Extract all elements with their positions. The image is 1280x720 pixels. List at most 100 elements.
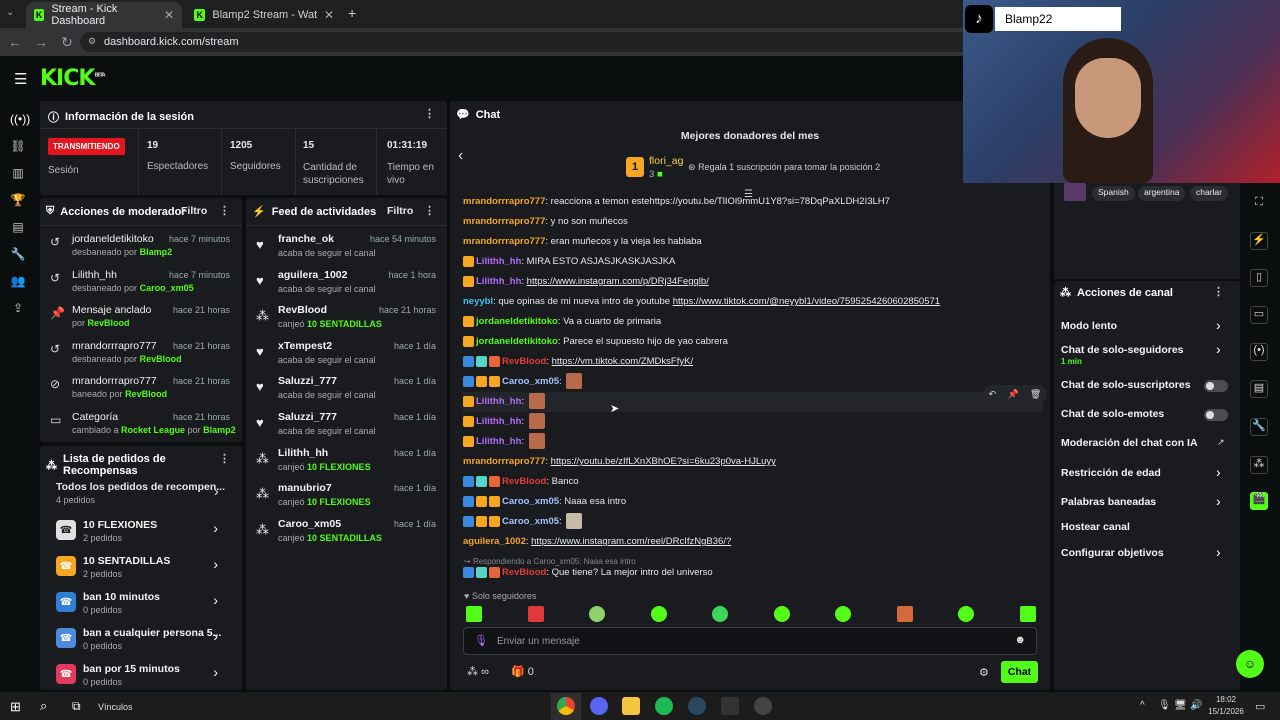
nodes-icon[interactable]: ⁂	[1250, 456, 1268, 474]
moderator-action-row[interactable]: 📌 Mensaje anclado hace 21 horas por RevBloo…	[40, 302, 238, 336]
chat-message[interactable]: Lilithh_hh:	[463, 412, 1043, 432]
site-info-icon[interactable]: ⚙	[88, 36, 96, 47]
chat-username[interactable]: Caroo_xm05	[502, 516, 559, 527]
channel-action-2[interactable]: Chat de solo-seguidores	[1061, 344, 1231, 356]
activity-row[interactable]: ♥ franche_ok hace 54 minutos acaba de segui…	[246, 231, 446, 266]
points-indicator[interactable]: ⁂ ∞	[467, 665, 489, 678]
chat-link[interactable]: https://www.instagram.com/reel/DRcIfzNgB…	[531, 536, 731, 547]
activity-row[interactable]: ♥ Saluzzi_777 hace 1 día acaba de seguir el…	[246, 373, 446, 408]
chat-message[interactable]: mrandorrrapro777: https://youtu.be/zIfLX…	[463, 452, 1043, 472]
activity-row[interactable]: ⁂ Lilithh_hh hace 1 día canjeó 10 FLEXIONES	[246, 445, 446, 480]
filter-button[interactable]: Filtro	[181, 205, 207, 217]
kick-logo[interactable]: KICKBETA	[40, 66, 106, 91]
chat-message[interactable]: jordaneldetikitoko: Parece el supuesto h…	[463, 332, 1043, 352]
chat-username[interactable]: mrandorrrapro777	[463, 216, 545, 227]
chat-input[interactable]: 🎙 Enviar un mensaje ☻	[463, 627, 1037, 655]
epic-games-icon[interactable]	[721, 697, 739, 715]
menu-icon[interactable]: ☰	[14, 70, 27, 88]
chat-message[interactable]: neyybl: que opinas de mi nueva intro de …	[463, 292, 1043, 312]
moderator-action-row[interactable]: ▭ Categoría hace 21 horas cambiado a Rocket…	[40, 409, 238, 443]
chat-message[interactable]: Lilithh_hh:	[463, 392, 1043, 412]
gifts-indicator[interactable]: 🎁 0	[511, 665, 534, 678]
chat-username[interactable]: aguilera_1002	[463, 536, 526, 547]
tab-search-icon[interactable]: ⌄	[6, 7, 20, 21]
chat-link[interactable]: https://www.tiktok.com/@neyybl1/video/75…	[673, 296, 940, 307]
mic-tray-icon[interactable]: 🎙	[1158, 700, 1171, 711]
chat-username[interactable]: Lilithh_hh	[476, 396, 521, 407]
chat-link[interactable]: https://vm.tiktok.com/ZMDksFfyK/	[552, 356, 693, 367]
reward-row[interactable]: ☎ 10 SENTADILLAS 2 pedidos ›	[40, 552, 238, 588]
search-icon[interactable]: ⌕	[40, 698, 47, 714]
chat-username[interactable]: Caroo_xm05	[502, 376, 559, 387]
reward-row[interactable]: ☎ ban a cualquier persona 5... 0 pedidos ›	[40, 624, 238, 660]
tab-kick-dashboard[interactable]: K Stream - Kick Dashboard ✕	[26, 2, 182, 28]
obs-icon[interactable]	[754, 697, 772, 715]
chevron-right-icon[interactable]: ›	[213, 628, 218, 644]
toggle-switch[interactable]	[1204, 380, 1228, 392]
toggle-switch[interactable]	[1204, 409, 1228, 421]
support-bubble-icon[interactable]: ☺	[1236, 650, 1264, 678]
chat-link[interactable]: https://youtu.be/zIfLXnXBhOE?si=6ku23p0v…	[551, 456, 776, 467]
reward-row[interactable]: ☎ 10 FLEXIONES 2 pedidos ›	[40, 516, 238, 552]
stream-icon[interactable]: ((•))	[10, 112, 30, 128]
tag-pill[interactable]: argentina	[1138, 186, 1186, 201]
emote-icon[interactable]	[896, 606, 913, 622]
activity-row[interactable]: ♥ Saluzzi_777 hace 1 día acaba de seguir el…	[246, 409, 446, 444]
delete-icon[interactable]: 🗑	[1030, 389, 1041, 400]
emote-icon[interactable]	[650, 606, 667, 622]
chat-username[interactable]: Caroo_xm05	[502, 496, 559, 507]
chat-message[interactable]: Caroo_xm05:	[463, 372, 1043, 392]
chat-message[interactable]: RevBlood: Que tiene? La mejor intro del …	[463, 563, 1043, 583]
chat-icon[interactable]: ▭	[1250, 306, 1268, 324]
chat-username[interactable]: mrandorrrapro777	[463, 236, 545, 247]
more-icon[interactable]: ⋮	[1213, 285, 1224, 298]
mic-icon[interactable]: 🎙	[474, 634, 488, 647]
chat-message[interactable]: mrandorrrapro777: eran muñecos y la viej…	[463, 232, 1043, 252]
chat-message[interactable]: mrandorrrapro777: y no son muñecos	[463, 212, 1043, 232]
new-tab-button[interactable]: +	[348, 5, 356, 21]
pin-icon[interactable]: 📌	[1007, 389, 1018, 400]
network-icon[interactable]: 🖥	[1174, 700, 1187, 711]
chevron-right-icon[interactable]: ›	[213, 592, 218, 608]
tag-pill[interactable]: charlar	[1190, 186, 1228, 201]
emote-icon[interactable]	[466, 606, 482, 622]
chat-username[interactable]: mrandorrrapro777	[463, 196, 545, 207]
activity-row[interactable]: ♥ aguilera_1002 hace 1 hora acaba de seguir…	[246, 267, 446, 302]
notifications-icon[interactable]: ▭	[1255, 700, 1265, 713]
back-icon[interactable]: ←	[2, 34, 28, 50]
bolt-icon[interactable]: ⚡	[1250, 232, 1268, 250]
chevron-right-icon[interactable]: ›	[1216, 464, 1221, 480]
chrome-icon[interactable]	[557, 697, 575, 715]
task-view-icon[interactable]: ⧉	[72, 699, 81, 714]
donor-name[interactable]: flori_ag	[649, 155, 683, 167]
more-icon[interactable]: ⋮	[219, 452, 230, 465]
chevron-right-icon[interactable]: ›	[1216, 317, 1221, 333]
chat-message[interactable]: RevBlood: Banco	[463, 472, 1043, 492]
chat-message[interactable]: aguilera_1002: https://www.instagram.com…	[463, 532, 1043, 552]
all-rewards-label[interactable]: Todos los pedidos de recompen...	[56, 481, 225, 493]
activity-row[interactable]: ⁂ RevBlood hace 21 horas canjeó 10 SENTADIL…	[246, 302, 446, 337]
activity-row[interactable]: ⁂ manubrio7 hace 1 día canjeó 10 FLEXIONES	[246, 480, 446, 515]
chevron-right-icon[interactable]: ›	[213, 556, 218, 572]
chevron-left-icon[interactable]: ‹	[458, 147, 463, 165]
moderator-action-row[interactable]: ↺ jordaneldetikitoko hace 7 minutos desbane…	[40, 231, 238, 265]
chat-message[interactable]: Lilithh_hh: MIRA ESTO ASJASJKASKJASJKA	[463, 252, 1043, 272]
chevron-right-icon[interactable]: ›	[214, 483, 219, 499]
chat-username[interactable]: RevBlood	[502, 567, 546, 578]
emote-icon[interactable]	[958, 606, 975, 622]
channel-action-8[interactable]: Hostear canal	[1061, 521, 1231, 533]
emoji-icon[interactable]: ☻	[1014, 634, 1026, 646]
chat-message[interactable]: mrandorrrapro777: reacciona a temon este…	[463, 192, 1043, 212]
filter-button[interactable]: Filtro	[387, 205, 413, 217]
link-icon[interactable]: ⛓	[10, 139, 26, 155]
video-icon[interactable]: ▤	[10, 220, 26, 236]
chat-username[interactable]: RevBlood	[502, 476, 546, 487]
channel-action-7[interactable]: Palabras baneadas	[1061, 496, 1231, 508]
chat-username[interactable]: jordaneldetikitoko	[476, 316, 558, 327]
chat-message[interactable]: jordaneldetikitoko: Va a cuarto de prima…	[463, 312, 1043, 332]
chat-username[interactable]: Lilithh_hh	[476, 416, 521, 427]
tab-blamp2-stream[interactable]: K Blamp2 Stream - Watch Live on ✕	[186, 2, 342, 28]
chevron-right-icon[interactable]: ›	[1216, 341, 1221, 357]
discord-icon[interactable]	[590, 697, 608, 715]
reward-row[interactable]: ☎ ban por 15 minutos 0 pedidos ›	[40, 660, 238, 696]
